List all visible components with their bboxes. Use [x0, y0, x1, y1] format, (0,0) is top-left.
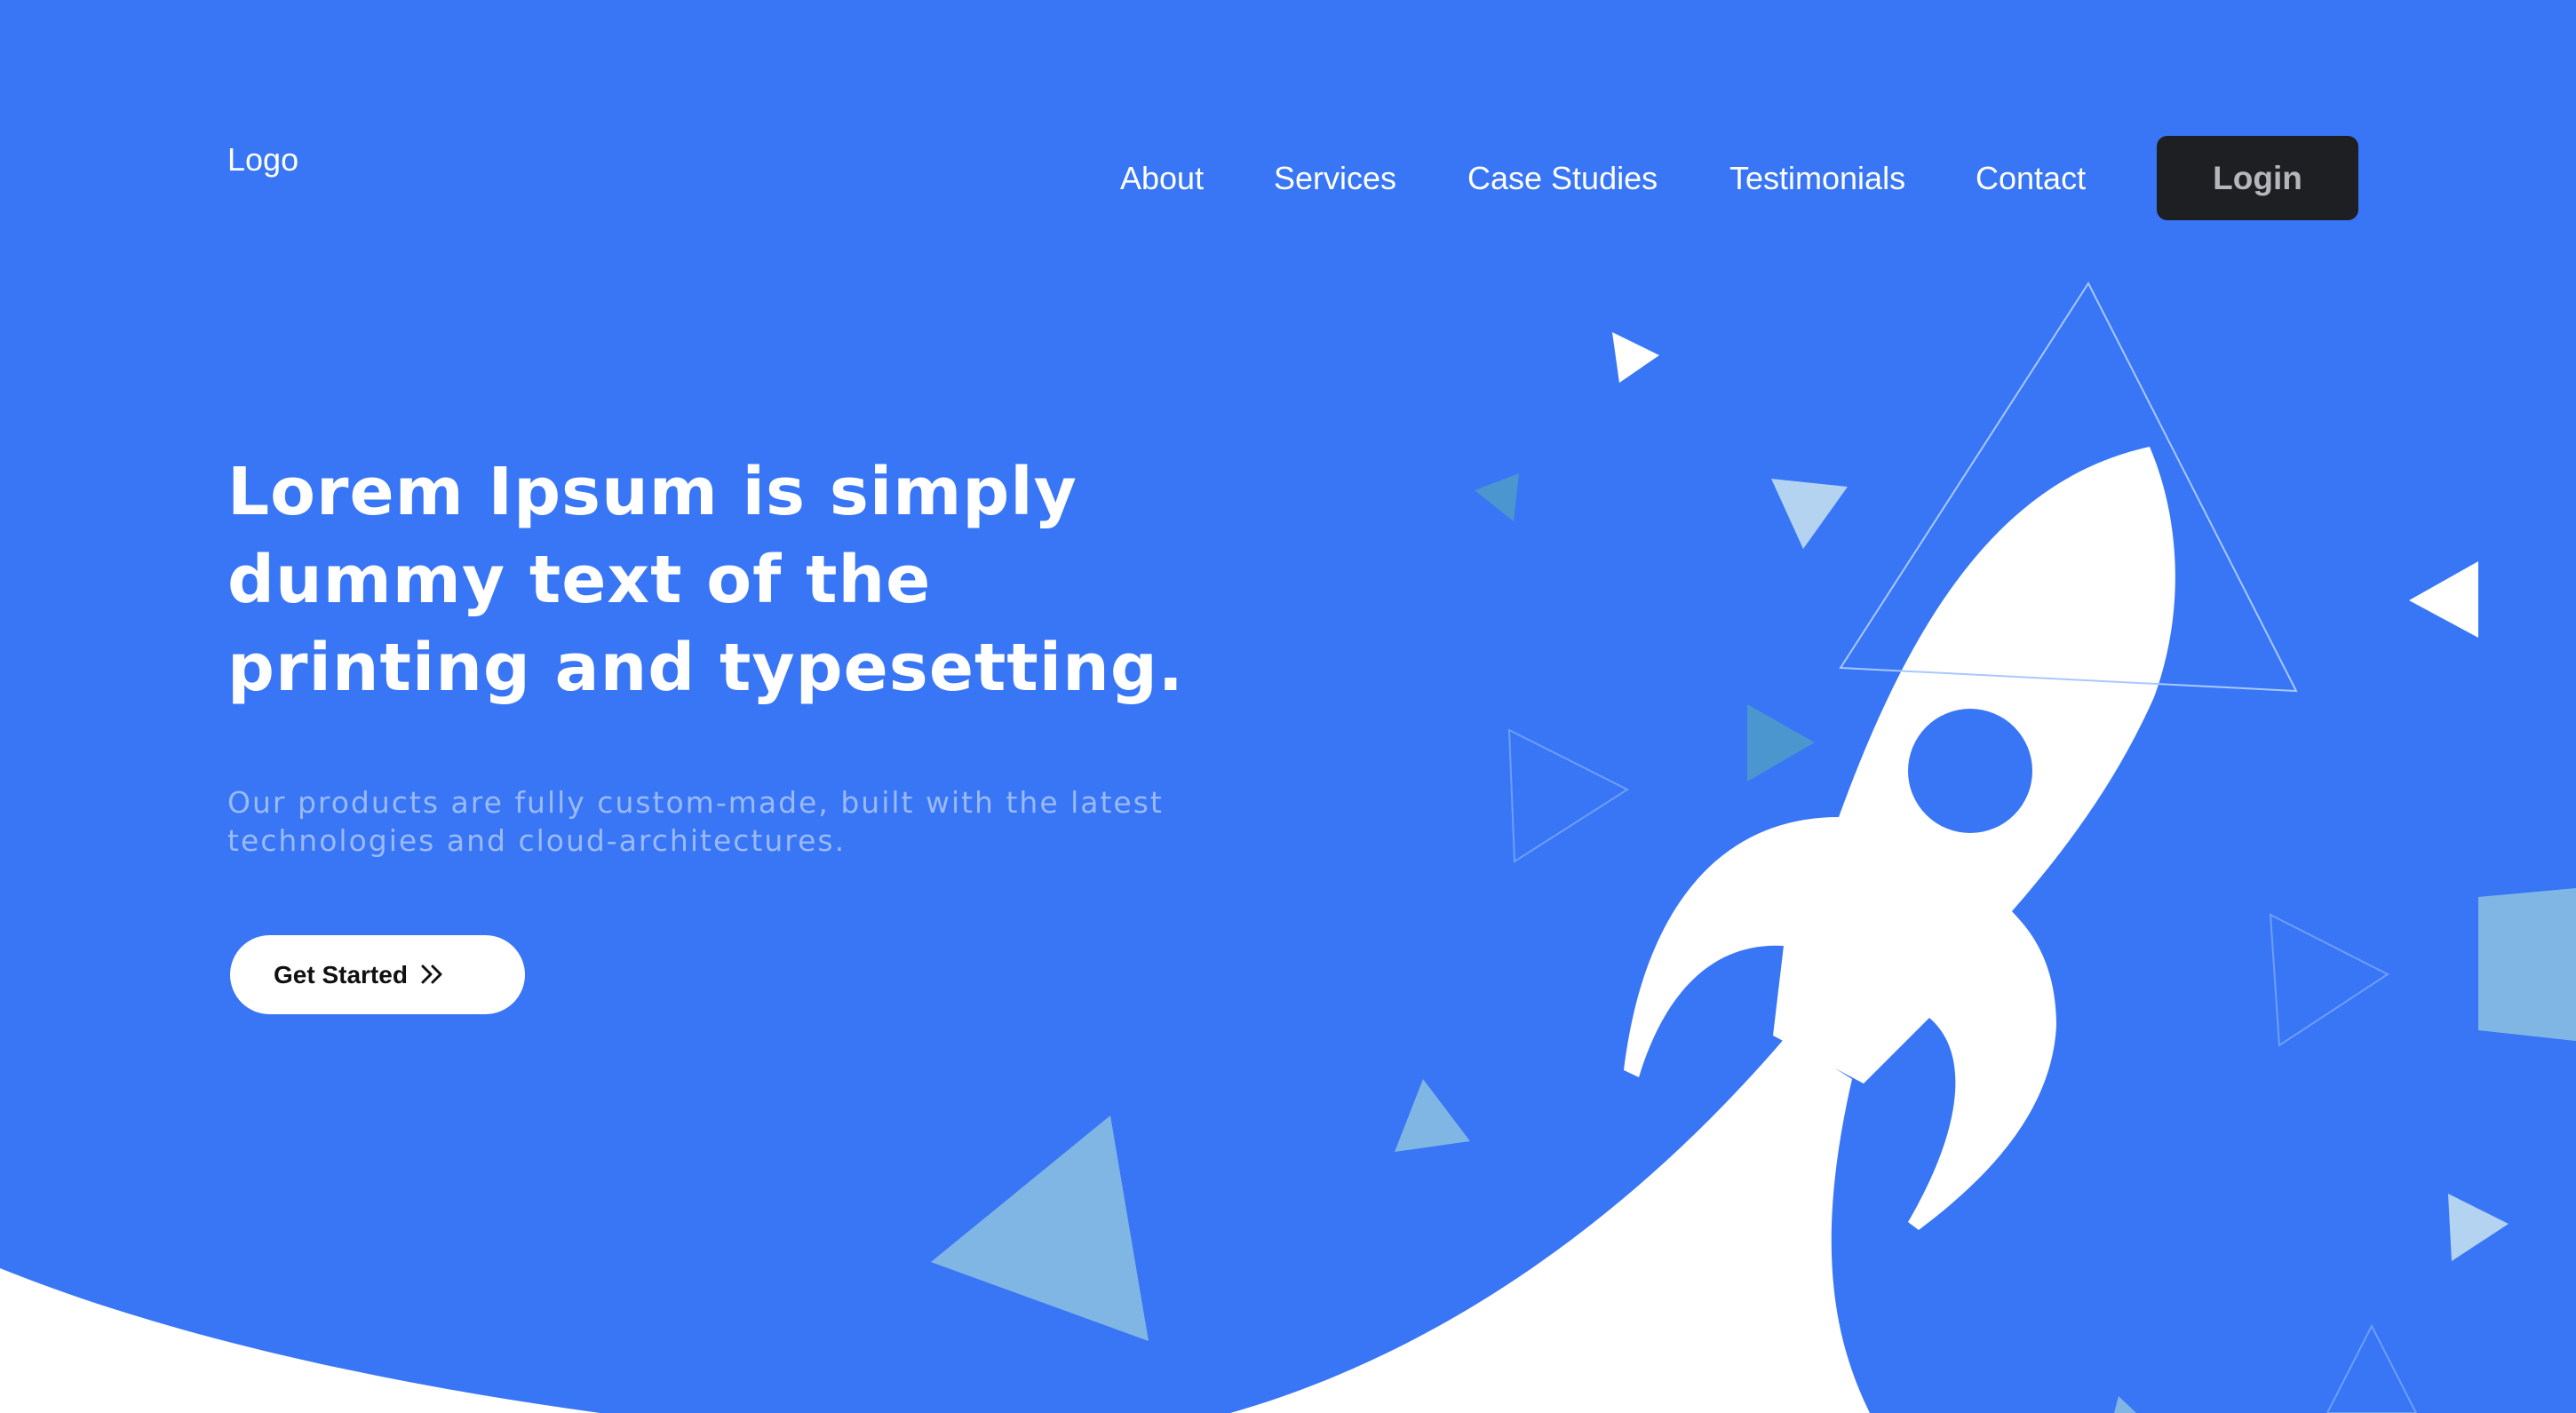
hero-headline: Lorem Ipsum is simply dummy text of the … — [227, 449, 1205, 712]
triangle-white-right — [2409, 561, 2478, 638]
triangle-pale-2 — [2448, 1194, 2508, 1261]
bottom-curve — [0, 1268, 2576, 1413]
subtext-line: technologies and cloud-architectures. — [227, 823, 847, 858]
headline-line: dummy text of the — [227, 542, 932, 618]
triangle-teal-2 — [1747, 704, 1815, 782]
triangle-light-large — [931, 1115, 1149, 1341]
triangle-light-small — [1395, 1079, 1470, 1152]
get-started-label: Get Started — [274, 961, 408, 988]
nav-testimonials[interactable]: Testimonials — [1729, 136, 1905, 220]
login-button[interactable]: Login — [2157, 136, 2358, 220]
main-nav: About Services Case Studies Testimonials… — [0, 136, 2576, 220]
hero-section: Logo About Services Case Studies Testimo… — [0, 0, 2576, 1413]
outline-triangle-bottom — [2326, 1323, 2418, 1413]
hero-subtext: Our products are fully custom-made, buil… — [227, 783, 1205, 860]
nav-services[interactable]: Services — [1274, 136, 1396, 220]
outline-triangle-right — [2269, 913, 2389, 1047]
subtext-line: Our products are fully custom-made, buil… — [227, 785, 1164, 820]
headline-line: Lorem Ipsum is simply — [227, 454, 1077, 530]
nav-contact[interactable]: Contact — [1976, 136, 2086, 220]
nav-about[interactable]: About — [1120, 136, 1204, 220]
triangle-small-bottom — [2114, 1396, 2136, 1413]
rocket-body — [1624, 447, 2175, 1230]
triangle-white-top — [1612, 332, 1659, 383]
outline-triangle-left — [1507, 728, 1630, 863]
headline-line: printing and typesetting. — [227, 630, 1184, 706]
triangle-teal-1 — [1475, 473, 1519, 521]
triangle-pale-1 — [1771, 479, 1848, 549]
double-chevron-right-icon — [421, 964, 442, 984]
nav-case-studies[interactable]: Case Studies — [1467, 136, 1658, 220]
rocket-window — [1908, 709, 2032, 833]
get-started-button[interactable]: Get Started — [230, 935, 525, 1014]
rocket-exhaust — [1230, 1037, 1870, 1413]
